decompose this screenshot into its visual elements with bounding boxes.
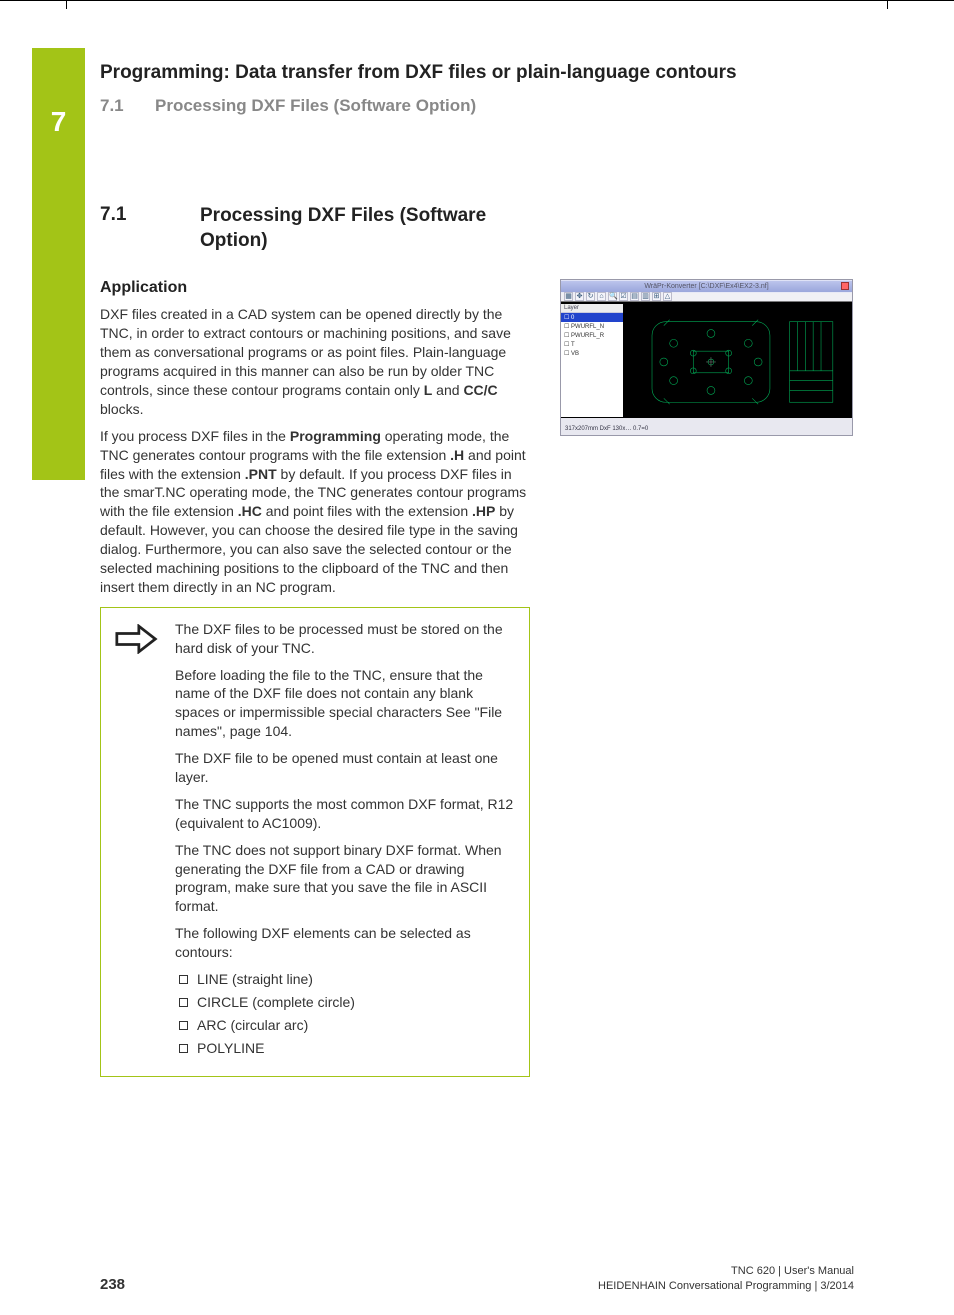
section-title-header: Processing DXF Files (Software Option) (155, 96, 476, 115)
note-list: LINE (straight line) CIRCLE (complete ci… (175, 970, 515, 1058)
note-p6: The following DXF elements can be select… (175, 924, 515, 962)
note-p2: Before loading the file to the TNC, ensu… (175, 666, 515, 742)
chapter-number: 7 (32, 106, 85, 138)
toolbar-icon: ▤ (630, 292, 639, 301)
layer-row: ☐ PWURFL_N (561, 322, 623, 331)
note-body: The DXF files to be processed must be st… (175, 620, 515, 1062)
list-item: ARC (circular arc) (175, 1016, 515, 1035)
cad-window-title: WräPr-Konverter [C:\DXF\Ex4\EX2-3.nf] (561, 281, 852, 292)
cad-window-buttons (841, 282, 849, 290)
layer-header: Layer (561, 304, 623, 313)
cad-toolbar: ▦ ✥ ↻ ⌂ 🔍 ☑ ▤ ▥ ⊞ △ (564, 292, 672, 301)
page-footer: 238 TNC 620 | User's Manual HEIDENHAIN C… (100, 1264, 854, 1293)
subheading-application: Application (100, 279, 530, 297)
toolbar-icon: △ (663, 292, 672, 301)
paragraph-2: If you process DXF files in the Programm… (100, 427, 530, 597)
cad-status-bar: 317x207mm DxF 130x… 0.7=0 (561, 425, 852, 435)
note-arrow-icon (115, 620, 159, 1062)
page-number: 238 (100, 1276, 125, 1293)
toolbar-icon: ↻ (586, 292, 595, 301)
paragraph-1: DXF files created in a CAD system can be… (100, 305, 530, 418)
note-p1: The DXF files to be processed must be st… (175, 620, 515, 658)
figure-column: WräPr-Konverter [C:\DXF\Ex4\EX2-3.nf] ▦ … (560, 279, 854, 1076)
toolbar-icon: 🔍 (608, 292, 617, 301)
toolbar-icon: ⌂ (597, 292, 606, 301)
toolbar-icon: ▥ (641, 292, 650, 301)
cad-screenshot: WräPr-Konverter [C:\DXF\Ex4\EX2-3.nf] ▦ … (560, 279, 853, 436)
note-p3: The DXF file to be opened must contain a… (175, 749, 515, 787)
toolbar-icon: ⊞ (652, 292, 661, 301)
cad-viewport (623, 304, 852, 417)
layer-row: ☐ PWURFL_R (561, 331, 623, 340)
layer-row: ☐ T (561, 340, 623, 349)
text-column: Application DXF files created in a CAD s… (100, 279, 530, 1076)
layer-row: ☐ VB (561, 349, 623, 358)
list-item: CIRCLE (complete circle) (175, 993, 515, 1012)
footer-line-1: TNC 620 | User's Manual (598, 1264, 854, 1278)
footer-meta: TNC 620 | User's Manual HEIDENHAIN Conve… (598, 1264, 854, 1293)
toolbar-icon: ☑ (619, 292, 628, 301)
chapter-subtitle: 7.1Processing DXF Files (Software Option… (100, 96, 854, 116)
note-p5: The TNC does not support binary DXF form… (175, 841, 515, 917)
section-heading: 7.1 Processing DXF Files (Software Optio… (100, 204, 854, 253)
layer-row-selected: ☐ 0 (561, 313, 623, 322)
chapter-tab: 7 (32, 48, 85, 480)
cad-layer-panel: Layer ☐ 0 ☐ PWURFL_N ☐ PWURFL_R ☐ T ☐ VB (561, 304, 623, 417)
list-item: POLYLINE (175, 1039, 515, 1058)
section-number-header: 7.1 (100, 96, 155, 116)
toolbar-icon: ▦ (564, 292, 573, 301)
chapter-title: Programming: Data transfer from DXF file… (100, 62, 854, 84)
note-p4: The TNC supports the most common DXF for… (175, 795, 515, 833)
page-content: Programming: Data transfer from DXF file… (100, 62, 854, 1077)
section-title: Processing DXF Files (Software Option) (200, 204, 530, 253)
list-item: LINE (straight line) (175, 970, 515, 989)
section-number: 7.1 (100, 204, 200, 253)
footer-line-2: HEIDENHAIN Conversational Programming | … (598, 1279, 854, 1293)
toolbar-icon: ✥ (575, 292, 584, 301)
note-box: The DXF files to be processed must be st… (100, 607, 530, 1077)
